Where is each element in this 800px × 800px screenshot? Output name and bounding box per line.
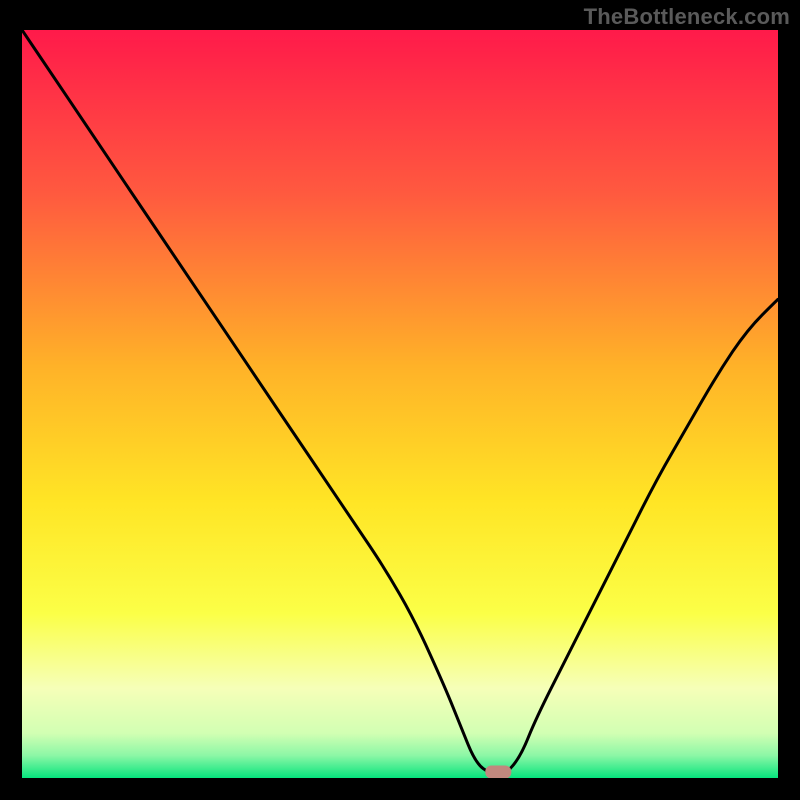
plot-area <box>22 30 778 778</box>
chart-svg <box>22 30 778 778</box>
minimum-marker <box>485 766 511 779</box>
watermark-text: TheBottleneck.com <box>584 4 790 30</box>
chart-container: TheBottleneck.com <box>0 0 800 800</box>
gradient-background <box>22 30 778 778</box>
